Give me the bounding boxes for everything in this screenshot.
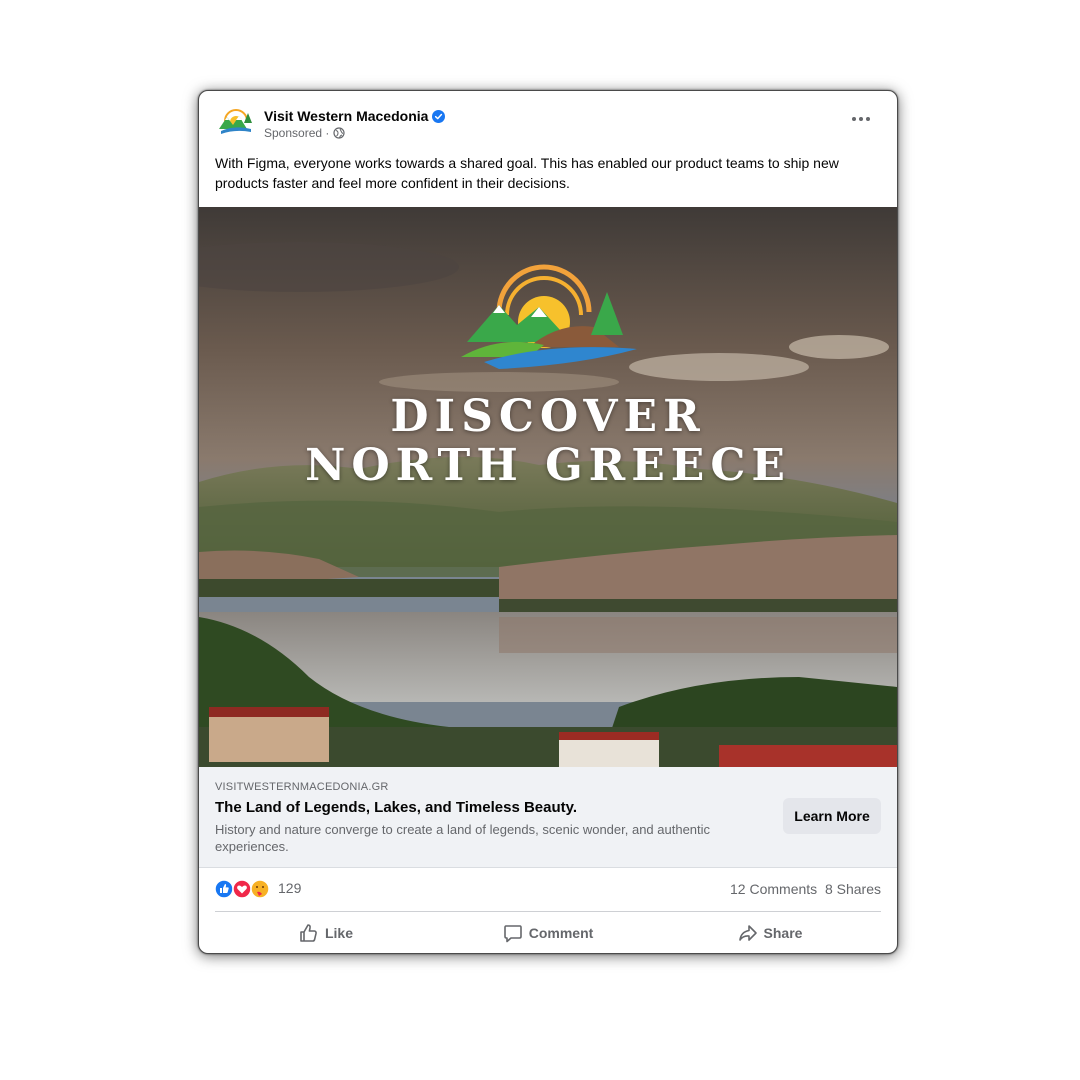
shares-count[interactable]: 8 Shares — [825, 881, 881, 897]
page-name-text[interactable]: Visit Western Macedonia — [264, 108, 428, 124]
comment-button[interactable]: Comment — [437, 912, 659, 953]
page-name[interactable]: Visit Western Macedonia — [264, 108, 446, 126]
action-bar: Like Comment Share — [215, 912, 881, 953]
reaction-count[interactable]: 129 — [278, 880, 301, 896]
comments-count[interactable]: 12 Comments — [730, 881, 817, 897]
post-meta: Sponsored · — [264, 126, 345, 142]
link-preview[interactable]: VISITWESTERNMACEDONIA.GR The Land of Leg… — [199, 767, 897, 868]
care-reaction-icon — [250, 879, 270, 899]
like-label: Like — [324, 925, 353, 941]
post-caption: With Figma, everyone works towards a sha… — [215, 155, 839, 191]
sponsored-post-card: Visit Western Macedonia Sponsored · With… — [198, 90, 898, 954]
comment-icon — [503, 925, 522, 943]
share-arrow-icon — [738, 925, 757, 941]
link-title[interactable]: The Land of Legends, Lakes, and Timeless… — [215, 799, 577, 816]
love-reaction-icon — [232, 879, 252, 899]
comment-label: Comment — [528, 925, 594, 941]
post-image[interactable]: DISCOVER NORTH GREECE — [199, 207, 897, 767]
verified-badge-icon — [432, 110, 446, 126]
globe-icon — [333, 127, 345, 142]
headline-north-greece: NORTH GREECE — [305, 440, 791, 491]
engagement-stats: 129 12 Comments 8 Shares — [214, 867, 881, 912]
link-domain: VISITWESTERNMACEDONIA.GR — [215, 781, 389, 793]
like-reaction-icon — [214, 879, 234, 899]
sponsored-label[interactable]: Sponsored · — [264, 126, 329, 140]
more-options-icon[interactable] — [849, 111, 873, 127]
headline-discover: DISCOVER — [390, 391, 706, 442]
link-description: History and nature converge to create a … — [215, 822, 711, 854]
page-avatar[interactable] — [217, 107, 255, 137]
learn-more-button[interactable]: Learn More — [783, 798, 881, 834]
like-button[interactable]: Like — [215, 912, 437, 953]
share-label: Share — [763, 925, 803, 941]
page-logo-icon — [219, 109, 252, 134]
comments-shares: 12 Comments 8 Shares — [730, 881, 881, 897]
thumbs-up-icon — [300, 924, 317, 942]
reaction-icons[interactable] — [214, 879, 273, 899]
post-header: Visit Western Macedonia Sponsored · — [199, 91, 897, 147]
share-button[interactable]: Share — [659, 912, 881, 953]
